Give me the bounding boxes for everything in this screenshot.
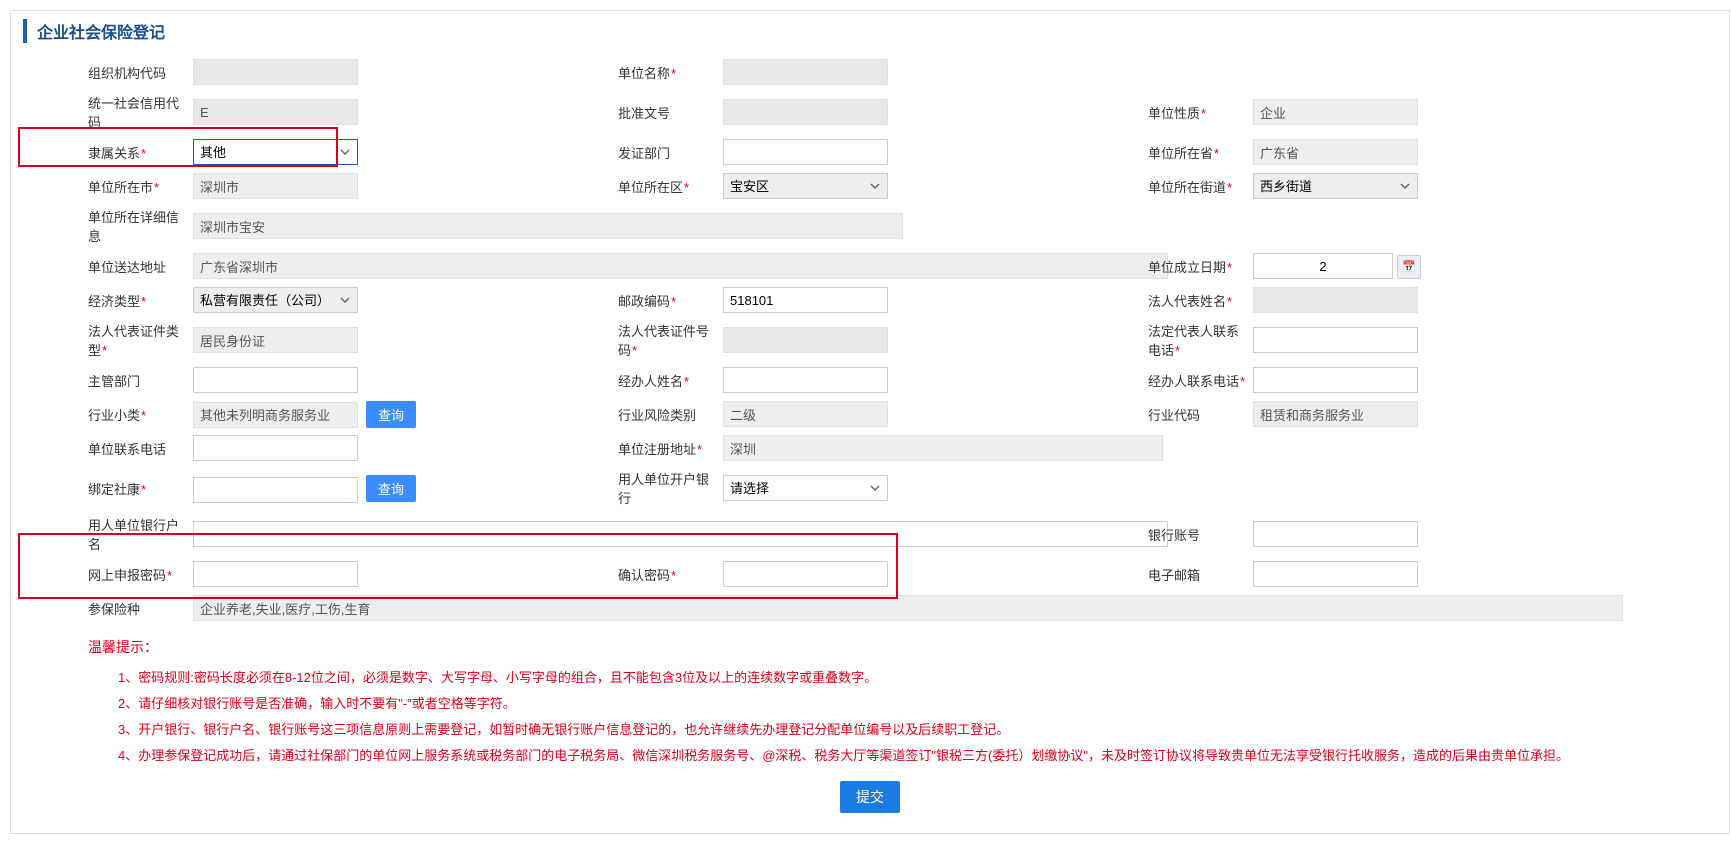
label-industry-sub: 行业小类 bbox=[88, 405, 193, 424]
bank-select[interactable]: 请选择 bbox=[723, 475, 888, 501]
label-district: 单位所在区 bbox=[618, 177, 723, 196]
label-usc-code: 统一社会信用代码 bbox=[88, 93, 193, 131]
detail-addr-value: 深圳市宝安 bbox=[193, 213, 903, 239]
est-date-input[interactable] bbox=[1253, 253, 1393, 279]
label-handler-name: 经办人姓名 bbox=[618, 371, 723, 390]
industry-query-button[interactable]: 查询 bbox=[366, 401, 416, 428]
delivery-addr-value: 广东省深圳市 bbox=[193, 253, 1168, 279]
affiliation-select[interactable]: 其他 bbox=[193, 139, 358, 165]
label-online-pwd: 网上申报密码 bbox=[88, 565, 193, 584]
shekang-query-button[interactable]: 查询 bbox=[366, 475, 416, 502]
legal-name-value bbox=[1253, 287, 1418, 313]
label-handler-phone: 经办人联系电话 bbox=[1148, 371, 1253, 390]
label-supervisor: 主管部门 bbox=[88, 371, 193, 390]
bank-acct-no-input[interactable] bbox=[1253, 521, 1418, 547]
org-code-value bbox=[193, 59, 358, 85]
tip-item: 3、开户银行、银行户名、银行账号这三项信息原则上需要登记，如暂时确无银行账户信息… bbox=[88, 717, 1717, 743]
tips-list: 1、密码规则:密码长度必须在8-12位之间，必须是数字、大写字母、小写字母的组合… bbox=[88, 665, 1717, 769]
econ-type-select[interactable]: 私营有限责任（公司） bbox=[193, 287, 358, 313]
submit-button[interactable]: 提交 bbox=[840, 781, 900, 813]
label-bank-acct-name: 用人单位银行户名 bbox=[88, 515, 193, 553]
label-industry-code: 行业代码 bbox=[1148, 405, 1253, 424]
label-legal-id-no: 法人代表证件号码 bbox=[618, 321, 723, 359]
unit-name-value bbox=[723, 59, 888, 85]
tip-item: 2、请仔细核对银行账号是否准确，输入时不要有"-"或者空格等字符。 bbox=[88, 691, 1717, 717]
label-confirm-pwd: 确认密码 bbox=[618, 565, 723, 584]
postal-input[interactable] bbox=[723, 287, 888, 313]
label-issue-dept: 发证部门 bbox=[618, 143, 723, 162]
issue-dept-input[interactable] bbox=[723, 139, 888, 165]
confirm-pwd-input[interactable] bbox=[723, 561, 888, 587]
risk-level-value: 二级 bbox=[723, 401, 888, 427]
handler-name-input[interactable] bbox=[723, 367, 888, 393]
label-city: 单位所在市 bbox=[88, 177, 193, 196]
label-org-code: 组织机构代码 bbox=[88, 63, 193, 82]
online-pwd-input[interactable] bbox=[193, 561, 358, 587]
label-econ-type: 经济类型 bbox=[88, 291, 193, 310]
street-select[interactable]: 西乡街道 bbox=[1253, 173, 1418, 199]
label-est-date: 单位成立日期 bbox=[1148, 257, 1253, 276]
label-legal-name: 法人代表姓名 bbox=[1148, 291, 1253, 310]
label-affiliation: 隶属关系 bbox=[88, 143, 193, 162]
label-detail-addr: 单位所在详细信息 bbox=[88, 207, 193, 245]
calendar-icon[interactable]: 📅 bbox=[1397, 255, 1421, 279]
label-province: 单位所在省 bbox=[1148, 143, 1253, 162]
district-select[interactable]: 宝安区 bbox=[723, 173, 888, 199]
label-risk-level: 行业风险类别 bbox=[618, 405, 723, 424]
reg-addr-value: 深圳 bbox=[723, 435, 1163, 461]
label-bank-acct-no: 银行账号 bbox=[1148, 525, 1253, 544]
label-legal-id-type: 法人代表证件类型 bbox=[88, 321, 193, 359]
bind-shekang-input[interactable] bbox=[193, 477, 358, 503]
handler-phone-input[interactable] bbox=[1253, 367, 1418, 393]
label-street: 单位所在街道 bbox=[1148, 177, 1253, 196]
legal-id-type-value: 居民身份证 bbox=[193, 327, 358, 353]
label-legal-phone: 法定代表人联系电话 bbox=[1148, 321, 1253, 359]
email-input[interactable] bbox=[1253, 561, 1418, 587]
ins-types-value: 企业养老,失业,医疗,工伤,生育 bbox=[193, 595, 1623, 621]
label-approval-no: 批准文号 bbox=[618, 103, 723, 122]
label-bind-shekang: 绑定社康 bbox=[88, 479, 193, 498]
bank-acct-name-input[interactable] bbox=[193, 521, 1168, 547]
supervisor-input[interactable] bbox=[193, 367, 358, 393]
industry-sub-value: 其他未列明商务服务业 bbox=[193, 402, 358, 428]
province-value: 广东省 bbox=[1253, 139, 1418, 165]
label-bank: 用人单位开户银行 bbox=[618, 469, 723, 507]
label-unit-name: 单位名称 bbox=[618, 63, 723, 82]
tip-item: 1、密码规则:密码长度必须在8-12位之间，必须是数字、大写字母、小写字母的组合… bbox=[88, 665, 1717, 691]
label-delivery-addr: 单位送达地址 bbox=[88, 257, 193, 276]
legal-id-no-value bbox=[723, 327, 888, 353]
legal-phone-input[interactable] bbox=[1253, 327, 1418, 353]
page-title: 企业社会保险登记 bbox=[23, 19, 1717, 43]
label-email: 电子邮箱 bbox=[1148, 565, 1253, 584]
label-unit-phone: 单位联系电话 bbox=[88, 439, 193, 458]
tips-title: 温馨提示： bbox=[88, 637, 1717, 657]
usc-code-value: E bbox=[193, 99, 358, 125]
unit-phone-input[interactable] bbox=[193, 435, 358, 461]
label-postal: 邮政编码 bbox=[618, 291, 723, 310]
unit-nature-value: 企业 bbox=[1253, 99, 1418, 125]
industry-code-value: 租赁和商务服务业 bbox=[1253, 401, 1418, 427]
label-unit-nature: 单位性质 bbox=[1148, 103, 1253, 122]
city-value: 深圳市 bbox=[193, 173, 358, 199]
label-reg-addr: 单位注册地址 bbox=[618, 439, 723, 458]
label-ins-types: 参保险种 bbox=[88, 599, 193, 618]
approval-no-value bbox=[723, 99, 888, 125]
tip-item: 4、办理参保登记成功后，请通过社保部门的单位网上服务系统或税务部门的电子税务局、… bbox=[88, 743, 1717, 769]
